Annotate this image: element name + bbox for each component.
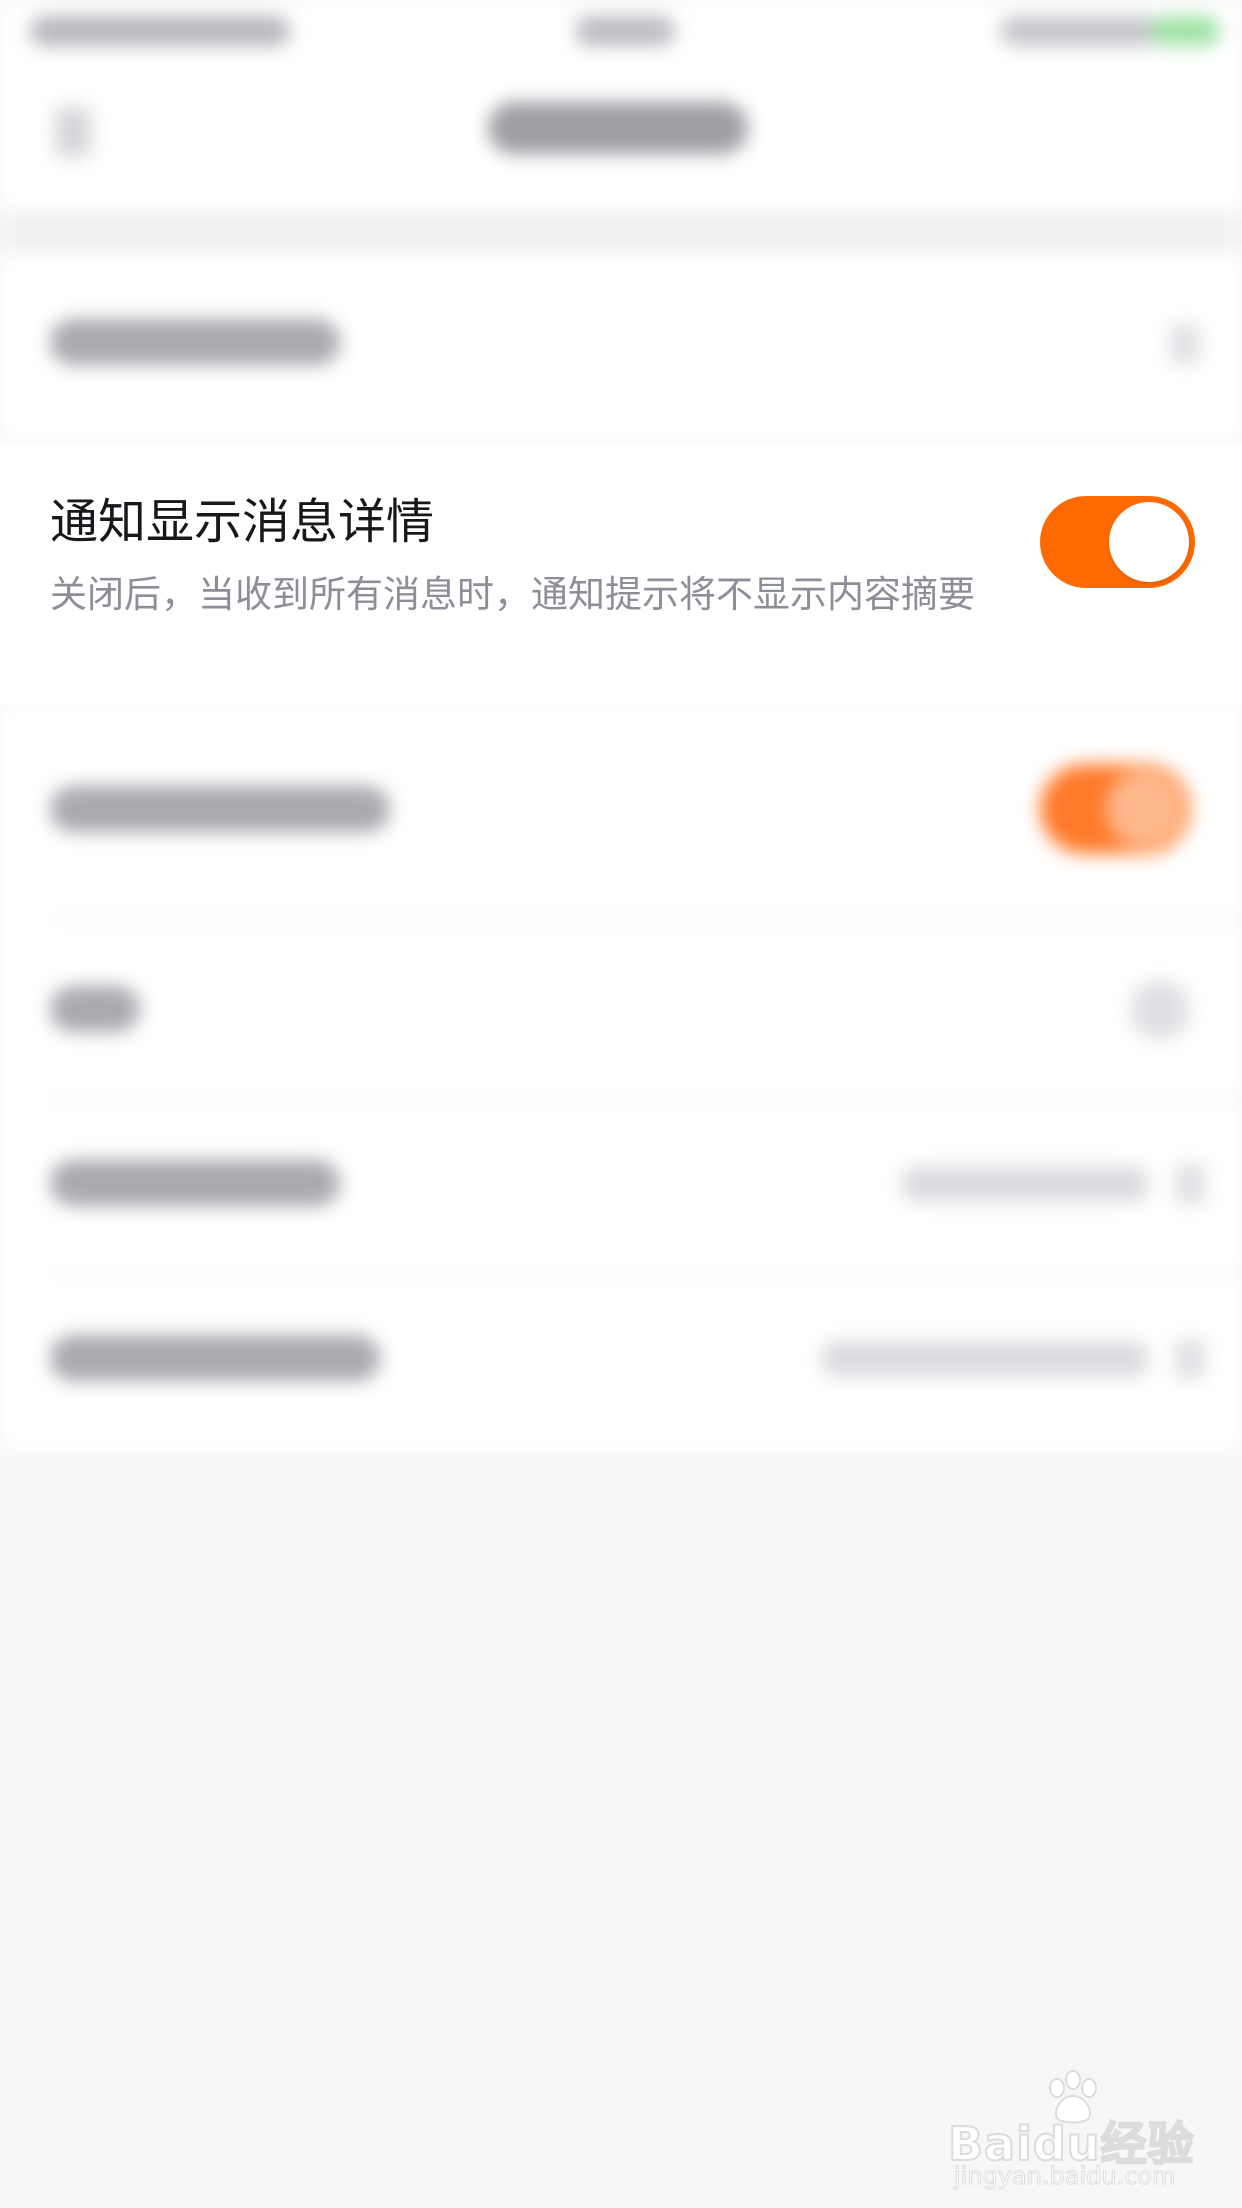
setting-title: 通知显示消息详情 bbox=[50, 494, 435, 550]
watermark-url: jingyan.baidu.com bbox=[953, 2162, 1176, 2191]
back-arrow-icon[interactable] bbox=[55, 107, 91, 157]
blurred-toggle[interactable] bbox=[1040, 764, 1190, 854]
settings-screen: 通知显示消息详情 关闭后，当收到所有消息时，通知提示将不显示内容摘要 Baidu… bbox=[0, 0, 1242, 2208]
baidu-jingyan-watermark: Baidu经验 jingyan.baidu.com bbox=[947, 2068, 1195, 2191]
blurred-row-3[interactable] bbox=[0, 920, 1242, 1100]
status-bar bbox=[0, 0, 1242, 62]
blurred-toggle-knob bbox=[1106, 770, 1184, 848]
blurred-row-label bbox=[50, 319, 340, 365]
blurred-row-label bbox=[50, 1160, 340, 1206]
status-carrier bbox=[30, 16, 290, 46]
toggle-knob bbox=[1109, 502, 1189, 582]
battery-icon bbox=[1150, 16, 1220, 46]
notification-detail-toggle[interactable] bbox=[1040, 496, 1195, 588]
blurred-background bbox=[0, 0, 1242, 1480]
notification-detail-setting: 通知显示消息详情 关闭后，当收到所有消息时，通知提示将不显示内容摘要 bbox=[0, 444, 1242, 704]
blurred-row-2[interactable] bbox=[0, 700, 1242, 920]
nav-title bbox=[488, 102, 748, 154]
blurred-row-1[interactable] bbox=[0, 252, 1242, 442]
status-battery bbox=[1000, 16, 1160, 46]
blurred-row-4[interactable] bbox=[0, 1100, 1242, 1275]
blurred-row-value bbox=[900, 1166, 1150, 1202]
chevron-right-icon bbox=[1175, 1339, 1205, 1379]
blurred-row-label bbox=[50, 786, 390, 832]
status-time bbox=[575, 16, 675, 46]
setting-description: 关闭后，当收到所有消息时，通知提示将不显示内容摘要 bbox=[50, 573, 975, 616]
chevron-right-icon bbox=[1130, 980, 1190, 1040]
navigation-bar bbox=[0, 62, 1242, 212]
blurred-row-5[interactable] bbox=[0, 1275, 1242, 1450]
section-gap bbox=[0, 212, 1242, 252]
blurred-row-value bbox=[820, 1341, 1150, 1377]
blurred-row-label bbox=[50, 1335, 380, 1381]
chevron-right-icon bbox=[1170, 324, 1200, 364]
blurred-row-label bbox=[50, 986, 140, 1032]
chevron-right-icon bbox=[1175, 1164, 1205, 1204]
